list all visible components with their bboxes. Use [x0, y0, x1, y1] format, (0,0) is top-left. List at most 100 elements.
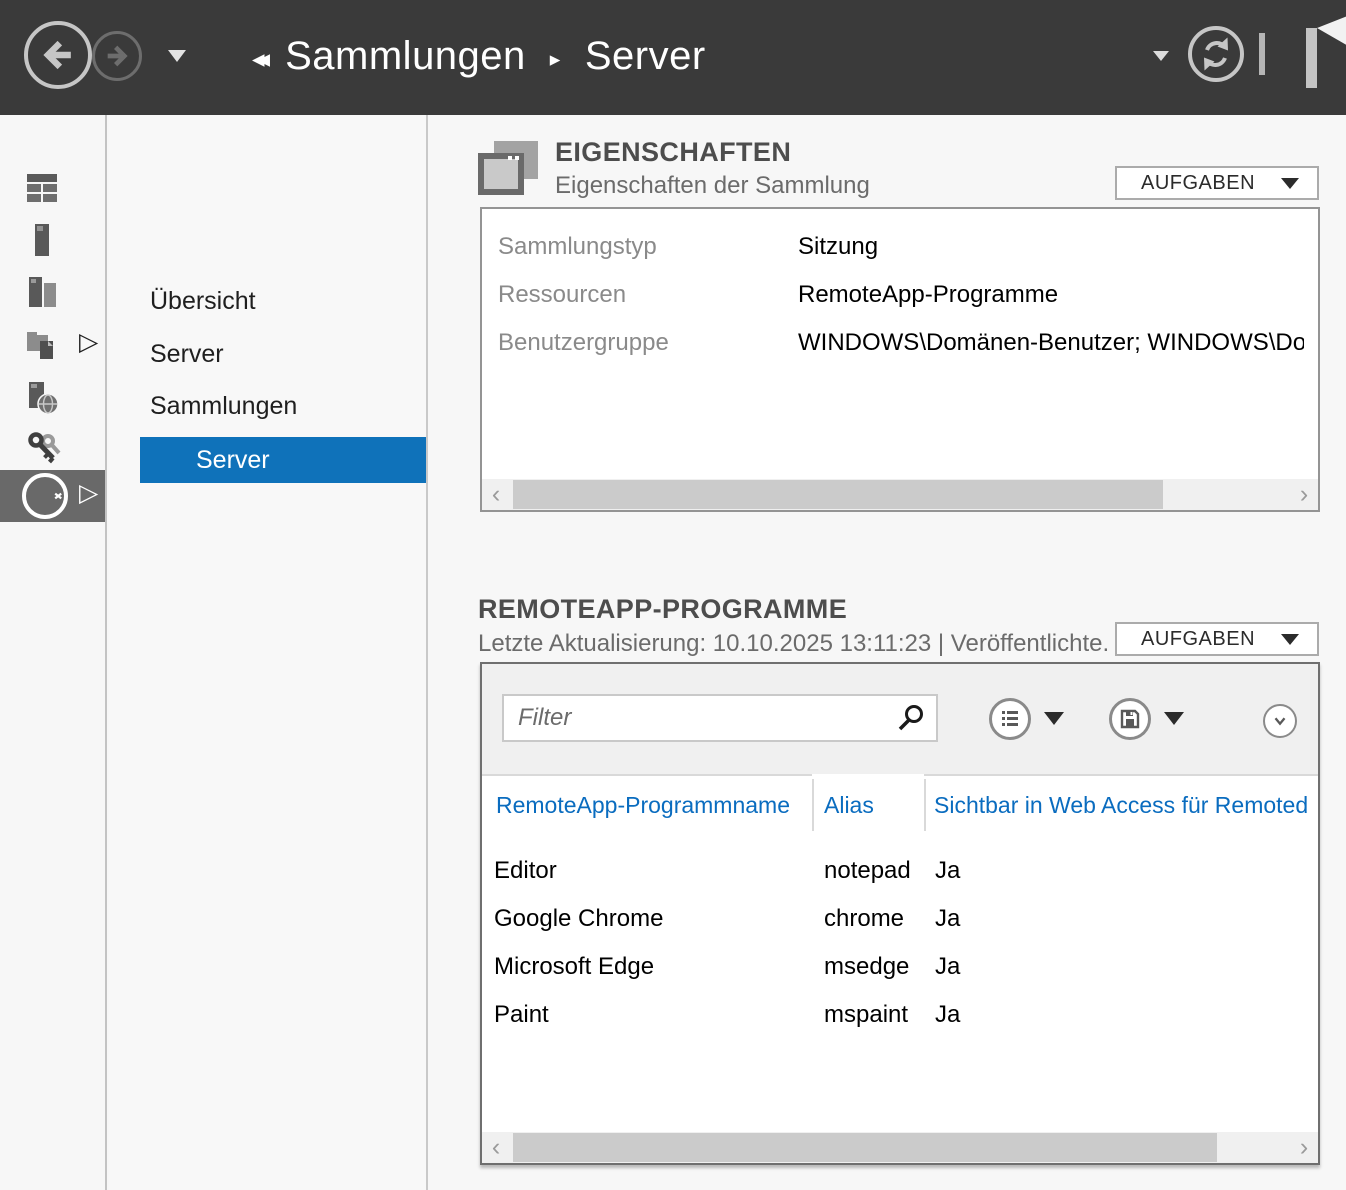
- file-storage-icon: [26, 329, 58, 361]
- local-server-icon: [26, 223, 58, 257]
- expand-arrow-icon[interactable]: ▷: [79, 478, 98, 507]
- property-row: Ressourcen RemoteApp-Programme: [498, 271, 1304, 319]
- remote-desktop-services-icon: [22, 473, 68, 519]
- chevron-down-icon: [1271, 712, 1289, 730]
- breadcrumb-back-icon[interactable]: ◂◂: [252, 40, 263, 73]
- nav-item-server-selected[interactable]: Server: [140, 437, 426, 483]
- dashboard-icon: [26, 172, 58, 204]
- chevron-right-icon: ▸: [550, 41, 561, 71]
- column-header-web-access[interactable]: Sichtbar in Web Access für Remoted: [934, 792, 1308, 819]
- cell-alias: notepad: [824, 857, 911, 885]
- forward-arrow-icon: [101, 40, 133, 72]
- column-header-alias[interactable]: Alias: [824, 792, 874, 819]
- property-row: Benutzergruppe WINDOWS\Domänen-Benutzer;…: [498, 319, 1304, 367]
- cell-web-access: Ja: [935, 857, 960, 885]
- list-view-button[interactable]: [989, 698, 1031, 740]
- property-value: Sitzung: [798, 233, 1304, 261]
- search-icon[interactable]: [896, 703, 926, 733]
- rds-nav-panel: Übersicht Server Sammlungen Server: [109, 115, 428, 1190]
- breadcrumb: ◂◂ Sammlungen ▸ Server: [252, 0, 706, 112]
- properties-tasks-label: AUFGABEN: [1141, 172, 1255, 195]
- main-content: EIGENSCHAFTEN Eigenschaften der Sammlung…: [430, 115, 1346, 1190]
- scroll-left-icon[interactable]: ‹: [482, 479, 510, 510]
- cell-web-access: Ja: [935, 1001, 960, 1029]
- save-query-button[interactable]: [1109, 698, 1151, 740]
- column-separator[interactable]: [924, 779, 926, 831]
- web-server-globe-icon: [26, 381, 60, 415]
- scrollbar-thumb[interactable]: [513, 1133, 1217, 1162]
- remoteapps-section-subtitle: Letzte Aktualisierung: 10.10.2025 13:11:…: [478, 630, 1110, 658]
- properties-horizontal-scrollbar[interactable]: ‹ ›: [482, 479, 1318, 510]
- history-dropdown-icon[interactable]: [168, 50, 186, 62]
- server-manager-icon-sidebar: ▷ ▷: [0, 115, 107, 1190]
- expand-arrow-icon[interactable]: ▷: [79, 327, 98, 356]
- column-separator[interactable]: [812, 779, 814, 831]
- notifications-flag-button[interactable]: [1306, 14, 1346, 90]
- scrollbar-thumb[interactable]: [513, 480, 1163, 509]
- back-arrow-icon: [36, 33, 80, 77]
- property-value: RemoteApp-Programme: [798, 281, 1304, 309]
- list-icon: [999, 708, 1021, 730]
- all-servers-icon: [26, 277, 58, 309]
- property-value: WINDOWS\Domänen-Benutzer; WINDOWS\Dom: [798, 329, 1304, 357]
- sidebar-item-web-server[interactable]: [0, 376, 105, 420]
- breadcrumb-item-server[interactable]: Server: [585, 34, 706, 79]
- notification-flag-icon: [1306, 14, 1346, 54]
- properties-section-subtitle: Eigenschaften der Sammlung: [555, 172, 870, 200]
- sidebar-item-all-servers[interactable]: [0, 271, 105, 315]
- chevron-down-icon: [1281, 178, 1299, 189]
- chevron-down-icon: [1281, 634, 1299, 645]
- properties-windows-icon: [478, 141, 540, 197]
- property-label: Ressourcen: [498, 281, 798, 309]
- refresh-icon: [1196, 34, 1236, 74]
- properties-section-title: EIGENSCHAFTEN: [555, 137, 791, 168]
- filter-field[interactable]: [502, 694, 938, 742]
- cell-program-name: Editor: [494, 857, 557, 885]
- cell-web-access: Ja: [935, 905, 960, 933]
- scroll-right-icon[interactable]: ›: [1290, 1132, 1318, 1163]
- properties-tasks-button[interactable]: AUFGABEN: [1115, 166, 1319, 200]
- sidebar-item-local-server[interactable]: [0, 218, 105, 262]
- forward-button[interactable]: [92, 31, 142, 81]
- remoteapps-section-title: REMOTEAPP-PROGRAMME: [478, 594, 847, 625]
- refresh-button[interactable]: [1188, 26, 1244, 82]
- back-button[interactable]: [24, 21, 92, 89]
- remoteapps-panel: RemoteApp-Programmname Alias Sichtbar in…: [480, 662, 1320, 1165]
- save-query-dropdown-icon[interactable]: [1164, 712, 1184, 725]
- remoteapps-tasks-button[interactable]: AUFGABEN: [1115, 622, 1319, 656]
- properties-panel: Sammlungstyp Sitzung Ressourcen RemoteAp…: [480, 207, 1320, 512]
- collapse-panel-button[interactable]: [1263, 704, 1297, 738]
- save-icon: [1119, 708, 1141, 730]
- sidebar-item-keys[interactable]: [0, 426, 105, 470]
- remoteapps-toolbar: [482, 664, 1318, 776]
- nav-item-sammlungen[interactable]: Sammlungen: [150, 392, 297, 421]
- cell-program-name: Paint: [494, 1001, 549, 1029]
- breadcrumb-item-sammlungen[interactable]: Sammlungen: [285, 34, 526, 79]
- sidebar-item-dashboard[interactable]: [0, 166, 105, 210]
- sidebar-item-remote-desktop-services[interactable]: ▷: [0, 470, 105, 522]
- sidebar-item-file-and-storage-services[interactable]: ▷: [0, 323, 105, 367]
- scroll-left-icon[interactable]: ‹: [482, 1132, 510, 1163]
- keys-icon: [26, 430, 62, 466]
- property-label: Benutzergruppe: [498, 329, 798, 357]
- scroll-right-icon[interactable]: ›: [1290, 479, 1318, 510]
- cell-program-name: Microsoft Edge: [494, 953, 654, 981]
- property-row: Sammlungstyp Sitzung: [498, 223, 1304, 271]
- remoteapps-tasks-label: AUFGABEN: [1141, 628, 1255, 651]
- remoteapps-horizontal-scrollbar[interactable]: ‹ ›: [482, 1132, 1318, 1163]
- sorted-column-highlight: [812, 774, 924, 777]
- property-label: Sammlungstyp: [498, 233, 798, 261]
- manage-dropdown-icon[interactable]: [1153, 51, 1169, 61]
- nav-item-uebersicht[interactable]: Übersicht: [150, 287, 256, 316]
- filter-input[interactable]: [504, 704, 896, 732]
- top-navigation-bar: ◂◂ Sammlungen ▸ Server: [0, 0, 1346, 115]
- nav-item-server[interactable]: Server: [150, 340, 224, 369]
- cell-alias: msedge: [824, 953, 909, 981]
- list-view-dropdown-icon[interactable]: [1044, 712, 1064, 725]
- cell-alias: chrome: [824, 905, 904, 933]
- cell-program-name: Google Chrome: [494, 905, 663, 933]
- toolbar-separator: [1259, 33, 1265, 75]
- cell-alias: mspaint: [824, 1001, 908, 1029]
- cell-web-access: Ja: [935, 953, 960, 981]
- column-header-programmname[interactable]: RemoteApp-Programmname: [496, 792, 790, 819]
